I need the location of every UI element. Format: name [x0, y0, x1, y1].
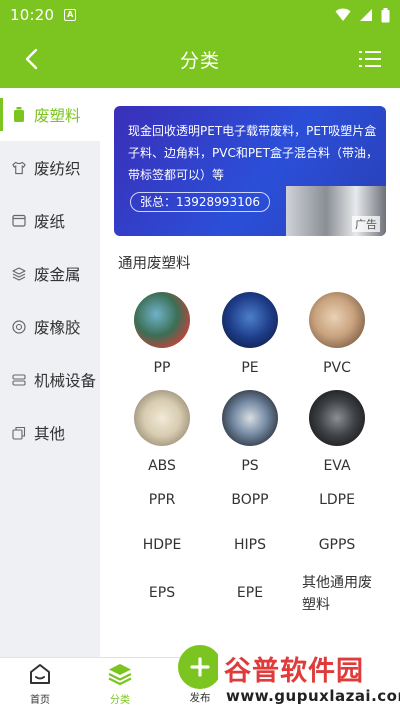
tab-home-label: 首页	[30, 695, 50, 706]
sidebar-item-waste-textile[interactable]: 废纺织	[0, 141, 100, 194]
app-header: 分类	[0, 30, 400, 88]
tab-category-label: 分类	[110, 695, 130, 706]
grid-item-bopp[interactable]: BOPP	[205, 492, 295, 508]
publish-button[interactable]	[178, 645, 222, 689]
plus-icon	[190, 657, 210, 677]
sidebar-item-waste-metal[interactable]: 废金属	[0, 247, 100, 300]
battery-icon	[381, 7, 390, 22]
ad-banner[interactable]: 现金回收透明PET电子载带废料，PET吸塑片盒子料、边角料，PVC和PET盒子混…	[114, 106, 386, 236]
list-icon	[359, 51, 381, 67]
sidebar-item-waste-rubber[interactable]: 废橡胶	[0, 300, 100, 353]
grid-item-hdpe[interactable]: HDPE	[117, 537, 207, 553]
watermark-logo: 谷普软件园	[224, 656, 364, 687]
status-time: 10:20	[10, 6, 55, 24]
bottle-icon	[12, 107, 26, 122]
eva-image	[309, 390, 365, 446]
cube-icon	[12, 266, 26, 281]
paper-icon	[12, 214, 26, 228]
grid-item-epe[interactable]: EPE	[205, 585, 295, 601]
signal-icon	[360, 9, 372, 21]
sidebar-item-label: 废塑料	[34, 106, 81, 125]
server-icon	[12, 373, 26, 387]
abs-image	[134, 390, 190, 446]
grid-item-ppr[interactable]: PPR	[117, 492, 207, 508]
sidebar-item-waste-plastic[interactable]: 废塑料	[0, 88, 100, 141]
back-button[interactable]	[16, 44, 46, 74]
sidebar-item-label: 废纸	[34, 212, 66, 231]
grid-item-abs[interactable]: ABS	[117, 390, 207, 474]
grid-item-label: HDPE	[142, 537, 182, 553]
page-title: 分类	[179, 49, 220, 72]
grid-item-pvc[interactable]: PVC	[292, 292, 382, 376]
grid-item-ps[interactable]: PS	[205, 390, 295, 474]
sidebar-item-label: 废橡胶	[34, 318, 81, 337]
sidebar-item-label: 机械设备	[34, 371, 97, 390]
grid-item-label: PS	[241, 458, 259, 474]
pe-image	[222, 292, 278, 348]
wifi-icon	[335, 8, 351, 21]
grid-item-pp[interactable]: PP	[117, 292, 207, 376]
menu-button[interactable]	[356, 45, 384, 73]
grid-item-label: ABS	[148, 458, 176, 474]
grid-item-eva[interactable]: EVA	[292, 390, 382, 474]
home-icon	[27, 661, 53, 687]
banner-phone: 张总：13928993106	[130, 192, 270, 212]
category-sidebar: 废塑料 废纺织 废纸 废金属 废橡胶 机械设备 其他	[0, 88, 100, 657]
grid-item-gpps[interactable]: GPPS	[292, 537, 382, 553]
ps-image	[222, 390, 278, 446]
tab-category[interactable]: 分类	[80, 658, 160, 712]
section-title: 通用废塑料	[118, 256, 191, 272]
grid-item-eps[interactable]: EPS	[117, 585, 207, 601]
grid-item-label: 其他通用废塑料	[302, 575, 372, 613]
grid-item-label: EPE	[236, 585, 264, 601]
publish-label: 发布	[189, 692, 211, 704]
sidebar-item-label: 其他	[34, 424, 66, 443]
banner-text: 现金回收透明PET电子载带废料，PET吸塑片盒子料、边角料，PVC和PET盒子混…	[128, 124, 378, 182]
chevron-left-icon	[25, 48, 38, 70]
sidebar-item-label: 废金属	[34, 265, 81, 284]
copy-icon	[12, 426, 26, 440]
grid-item-label: GPPS	[318, 537, 356, 553]
grid-item-label: EPS	[148, 585, 176, 601]
grid-item-label: PVC	[323, 360, 351, 376]
grid-item-label: BOPP	[231, 492, 269, 508]
sidebar-item-other[interactable]: 其他	[0, 406, 100, 459]
grid-item-label: EVA	[323, 458, 351, 474]
notification-icon: A	[64, 9, 77, 21]
pp-image	[134, 292, 190, 348]
pvc-image	[309, 292, 365, 348]
watermark: 谷普软件园 www.gupuxlazai.com	[218, 645, 400, 711]
shirt-icon	[12, 161, 26, 175]
tire-icon	[12, 319, 26, 334]
watermark-url: www.gupuxlazai.com	[226, 687, 400, 705]
grid-item-label: PPR	[148, 492, 176, 508]
grid-item-label: HIPS	[234, 537, 266, 553]
status-icons	[335, 7, 390, 23]
tab-home[interactable]: 首页	[0, 658, 80, 712]
category-content: 现金回收透明PET电子载带废料，PET吸塑片盒子料、边角料，PVC和PET盒子混…	[100, 88, 400, 657]
grid-item-label: PP	[153, 360, 171, 376]
sidebar-item-waste-paper[interactable]: 废纸	[0, 194, 100, 247]
sidebar-item-machinery[interactable]: 机械设备	[0, 353, 100, 406]
grid-item-label: LDPE	[319, 492, 355, 508]
status-bar: 10:20 A	[0, 0, 400, 30]
sidebar-item-label: 废纺织	[34, 159, 81, 178]
grid-item-ldpe[interactable]: LDPE	[292, 492, 382, 508]
layers-icon	[107, 661, 133, 687]
grid-item-pe[interactable]: PE	[205, 292, 295, 376]
grid-item-hips[interactable]: HIPS	[205, 537, 295, 553]
ad-label: 广告	[352, 216, 380, 232]
grid-item-label: PE	[241, 360, 259, 376]
grid-item-other-plastic[interactable]: 其他通用废塑料	[296, 572, 380, 616]
